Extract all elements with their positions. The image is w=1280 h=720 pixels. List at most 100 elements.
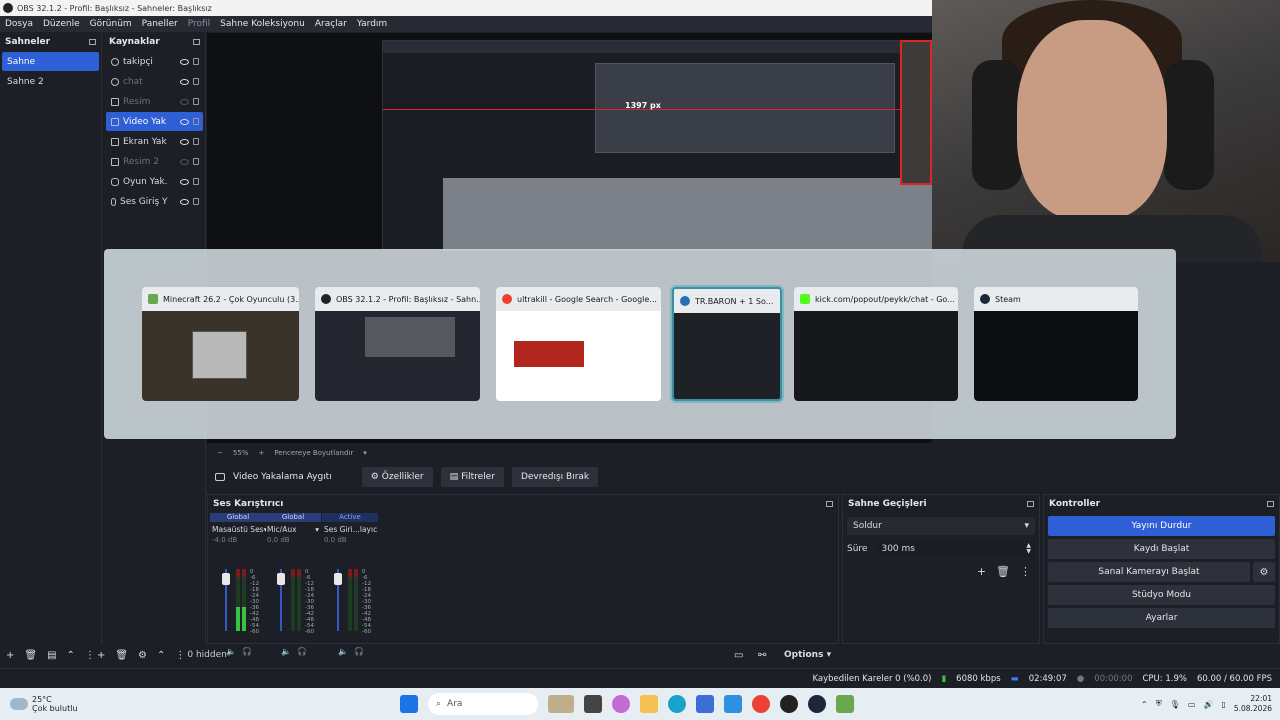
visibility-eye-icon[interactable]: [180, 198, 189, 205]
switcher-window-card[interactable]: TR.BARON + 1 So...: [672, 287, 782, 401]
duration-spinbox[interactable]: 300 ms ▲ ▼: [877, 541, 1035, 557]
zoom-out-button[interactable]: −: [217, 449, 223, 457]
zoom-in-button[interactable]: +: [258, 449, 264, 457]
settings-button[interactable]: Ayarlar: [1048, 608, 1275, 628]
copilot-icon[interactable]: [612, 695, 630, 713]
more-options-icon[interactable]: ⋮: [85, 650, 95, 661]
stop-stream-button[interactable]: Yayını Durdur: [1048, 516, 1275, 536]
add-source-button[interactable]: +: [97, 650, 105, 661]
source-item[interactable]: Resim: [106, 92, 203, 111]
deactivate-button[interactable]: Devredışı Bırak: [511, 467, 599, 487]
undock-icon[interactable]: [1027, 501, 1034, 507]
widget-icon[interactable]: [548, 695, 574, 713]
source-item[interactable]: takipçi: [106, 52, 203, 71]
scene-item[interactable]: Sahne 2: [2, 72, 99, 91]
battery-icon[interactable]: ▯: [1221, 700, 1225, 709]
properties-button[interactable]: ⚙ Özellikler: [361, 467, 433, 487]
more-options-icon[interactable]: ⋮: [1020, 565, 1031, 578]
source-item[interactable]: Oyun Yak.: [106, 172, 203, 191]
chevron-up-icon[interactable]: ⌃: [157, 650, 165, 661]
channel-name[interactable]: Mic/Aux ▾: [265, 522, 321, 536]
minecraft-icon[interactable]: [836, 695, 854, 713]
trash-icon[interactable]: 🗑: [996, 565, 1010, 578]
source-item[interactable]: chat: [106, 72, 203, 91]
switcher-window-card[interactable]: ultrakill - Google Search - Google...: [496, 287, 661, 401]
visibility-eye-icon[interactable]: [180, 178, 189, 185]
mixer-options-button[interactable]: Options ▾: [784, 650, 831, 660]
trash-icon[interactable]: 🗑: [115, 650, 128, 661]
lock-icon[interactable]: [193, 158, 199, 165]
add-transition-button[interactable]: +: [977, 565, 986, 578]
file-explorer-icon[interactable]: [640, 695, 658, 713]
vpn-icon[interactable]: ⛨: [1156, 699, 1162, 709]
undock-icon[interactable]: [826, 501, 833, 507]
webcam-bounding-box[interactable]: [900, 40, 932, 185]
start-recording-button[interactable]: Kaydı Başlat: [1048, 539, 1275, 559]
zoom-mode[interactable]: Pencereye Boyutlandır: [274, 449, 353, 457]
store-icon[interactable]: [696, 695, 714, 713]
source-item[interactable]: Video Yak: [106, 112, 203, 131]
network-icon[interactable]: ▭: [1188, 700, 1196, 709]
visibility-eye-icon[interactable]: [180, 58, 189, 65]
undock-icon[interactable]: [89, 39, 96, 45]
switcher-window-card[interactable]: kick.com/popout/peykk/chat - Go...: [794, 287, 958, 401]
volume-fader-knob[interactable]: [277, 573, 285, 585]
lock-icon[interactable]: [193, 78, 199, 85]
visibility-eye-icon[interactable]: [180, 138, 189, 145]
visibility-eye-icon[interactable]: [180, 118, 189, 125]
lock-icon[interactable]: [193, 178, 199, 185]
lock-icon[interactable]: [193, 118, 199, 125]
menu-sahne-koleksiyonu[interactable]: Sahne Koleksiyonu: [215, 19, 310, 29]
spin-arrows-icon[interactable]: ▲ ▼: [1026, 543, 1035, 555]
channel-name[interactable]: Masaüstü Ses ▾: [210, 522, 266, 536]
mixer-advanced-icon[interactable]: ⚯: [758, 650, 766, 661]
weather-widget[interactable]: 25°C Çok bulutlu: [0, 695, 400, 713]
lock-icon[interactable]: [193, 98, 199, 105]
trash-icon[interactable]: 🗑: [24, 650, 37, 661]
clock[interactable]: 22:01 5.08.2026: [1234, 694, 1272, 714]
menu-duzenle[interactable]: Düzenle: [38, 19, 85, 29]
transition-select[interactable]: Soldur ▾: [847, 517, 1035, 535]
source-item[interactable]: Ses Giriş Y: [106, 192, 203, 211]
scene-filters-icon[interactable]: ▤: [47, 650, 56, 661]
source-item[interactable]: Resim 2: [106, 152, 203, 171]
windows-start-icon[interactable]: [400, 695, 418, 713]
switcher-window-card[interactable]: Steam: [974, 287, 1138, 401]
visibility-eye-off-icon[interactable]: [180, 98, 189, 105]
lock-icon[interactable]: [193, 198, 199, 205]
obs-icon[interactable]: [780, 695, 798, 713]
volume-fader-knob[interactable]: [334, 573, 342, 585]
filters-button[interactable]: ▤ Filtreler: [440, 467, 504, 487]
steam-icon[interactable]: [808, 695, 826, 713]
chevron-up-icon[interactable]: ⌃: [67, 650, 75, 661]
gear-icon[interactable]: ⚙: [138, 650, 147, 661]
studio-mode-button[interactable]: Stüdyo Modu: [1048, 585, 1275, 605]
menu-gorunum[interactable]: Görünüm: [85, 19, 137, 29]
menu-yardim[interactable]: Yardım: [352, 19, 392, 29]
mixer-layout-icon[interactable]: ▭: [734, 650, 743, 661]
switcher-window-card[interactable]: Minecraft 26.2 - Çok Oyunculu (3...: [142, 287, 299, 401]
taskbar-search[interactable]: ⌕ Ara: [428, 693, 538, 715]
lock-icon[interactable]: [193, 138, 199, 145]
menu-paneller[interactable]: Paneller: [137, 19, 183, 29]
start-virtual-camera-button[interactable]: Sanal Kamerayı Başlat: [1048, 562, 1250, 582]
chevron-down-icon[interactable]: ▾: [363, 449, 367, 457]
microphone-icon[interactable]: 🎙: [1170, 700, 1180, 709]
menu-profil[interactable]: Profil: [183, 19, 215, 29]
menu-araclar[interactable]: Araçlar: [310, 19, 352, 29]
mail-icon[interactable]: [724, 695, 742, 713]
add-scene-button[interactable]: +: [6, 650, 14, 661]
more-options-icon[interactable]: ⋮: [175, 650, 185, 661]
edge-icon[interactable]: [668, 695, 686, 713]
task-view-icon[interactable]: [584, 695, 602, 713]
channel-name[interactable]: Ses Giri...layıcısı▾: [322, 522, 378, 536]
lock-icon[interactable]: [193, 58, 199, 65]
undock-icon[interactable]: [193, 39, 200, 45]
volume-fader-knob[interactable]: [222, 573, 230, 585]
visibility-eye-off-icon[interactable]: [180, 158, 189, 165]
undock-icon[interactable]: [1267, 501, 1274, 507]
switcher-window-card[interactable]: OBS 32.1.2 - Profil: Başlıksız - Sahn...: [315, 287, 480, 401]
menu-dosya[interactable]: Dosya: [0, 19, 38, 29]
gear-icon[interactable]: ⚙: [1253, 562, 1275, 582]
chevron-up-icon[interactable]: ⌃: [1141, 700, 1148, 709]
